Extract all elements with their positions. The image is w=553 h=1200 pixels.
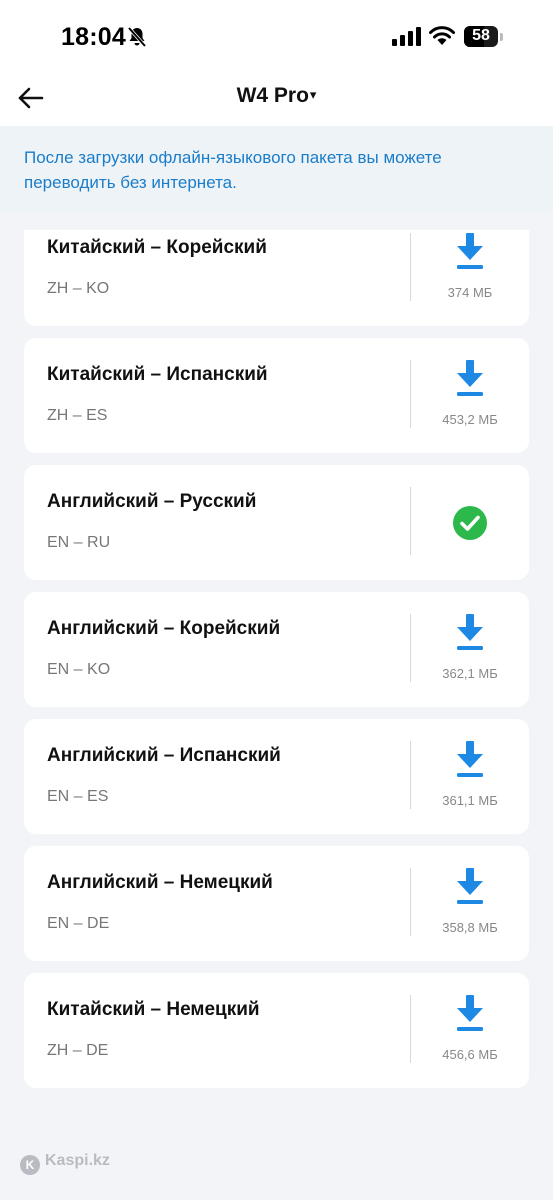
language-pack-card[interactable]: Английский – Корейский EN – KO 362,1 МБ bbox=[24, 592, 529, 707]
kaspi-logo-icon: K bbox=[20, 1155, 40, 1175]
download-button[interactable]: 362,1 МБ bbox=[411, 592, 529, 707]
watermark: K Kaspi.kz bbox=[20, 1152, 110, 1175]
pack-size: 374 МБ bbox=[447, 285, 493, 300]
caret-down-icon: ▾ bbox=[309, 87, 317, 102]
pack-size: 362,1 МБ bbox=[442, 666, 498, 681]
language-pair-code: EN – ES bbox=[47, 788, 109, 805]
language-pack-card[interactable]: Китайский – Корейский ZH – KO 374 МБ bbox=[24, 230, 529, 326]
download-button[interactable]: 374 МБ bbox=[411, 230, 529, 326]
language-pair-code: ZH – KO bbox=[47, 280, 110, 297]
info-banner: После загрузки офлайн-языкового пакета в… bbox=[0, 126, 553, 212]
language-pack-list[interactable]: Китайский – Корейский ZH – KO 374 МБ Китайс… bbox=[0, 230, 553, 1130]
download-icon bbox=[457, 995, 483, 1031]
language-pair-name: Английский – Корейский bbox=[47, 618, 281, 639]
download-button[interactable]: 453,2 МБ bbox=[411, 338, 529, 453]
download-icon bbox=[457, 868, 483, 904]
language-pair-name: Английский – Испанский bbox=[47, 745, 281, 766]
battery-percent: 58 bbox=[472, 27, 490, 44]
pack-size: 456,6 МБ bbox=[442, 1047, 498, 1062]
language-pack-card[interactable]: Английский – Испанский EN – ES 361,1 МБ bbox=[24, 719, 529, 834]
download-icon bbox=[457, 614, 483, 650]
language-pack-card[interactable]: Китайский – Немецкий ZH – DE 456,6 МБ bbox=[24, 973, 529, 1088]
language-pair-name: Китайский – Немецкий bbox=[47, 999, 260, 1020]
device-selector[interactable]: W4 Pro▾ bbox=[0, 84, 553, 108]
language-pack-card[interactable]: Английский – Немецкий EN – DE 358,8 МБ bbox=[24, 846, 529, 961]
language-pair-name: Китайский – Корейский bbox=[47, 237, 267, 258]
pack-size: 361,1 МБ bbox=[442, 793, 498, 808]
download-button[interactable]: 358,8 МБ bbox=[411, 846, 529, 961]
language-pair-code: ZH – DE bbox=[47, 1042, 109, 1059]
language-pair-code: EN – DE bbox=[47, 915, 110, 932]
battery-cap bbox=[500, 33, 503, 41]
language-pack-card[interactable]: Английский – Русский EN – RU bbox=[24, 465, 529, 580]
pack-size: 453,2 МБ bbox=[442, 412, 498, 427]
info-text: После загрузки офлайн-языкового пакета в… bbox=[24, 148, 442, 192]
nav-bar: W4 Pro▾ bbox=[0, 74, 553, 126]
status-bar: 18:04 58 bbox=[0, 0, 553, 74]
bell-muted-icon bbox=[127, 26, 147, 48]
language-pair-code: EN – KO bbox=[47, 661, 111, 678]
wifi-icon bbox=[429, 26, 455, 45]
language-pack-card[interactable]: Китайский – Испанский ZH – ES 453,2 МБ bbox=[24, 338, 529, 453]
language-pair-code: EN – RU bbox=[47, 534, 111, 551]
language-pair-name: Английский – Русский bbox=[47, 491, 257, 512]
download-icon bbox=[457, 233, 483, 269]
check-circle-icon bbox=[453, 506, 487, 540]
download-button[interactable]: 456,6 МБ bbox=[411, 973, 529, 1088]
cellular-signal-icon bbox=[392, 27, 421, 46]
battery-icon: 58 bbox=[464, 26, 498, 47]
language-pair-name: Китайский – Испанский bbox=[47, 364, 268, 385]
downloaded-status bbox=[411, 465, 529, 580]
status-time: 18:04 bbox=[61, 23, 126, 51]
page-title: W4 Pro bbox=[236, 84, 309, 107]
download-icon bbox=[457, 360, 483, 396]
pack-size: 358,8 МБ bbox=[442, 920, 498, 935]
download-button[interactable]: 361,1 МБ bbox=[411, 719, 529, 834]
download-icon bbox=[457, 741, 483, 777]
language-pair-name: Английский – Немецкий bbox=[47, 872, 273, 893]
language-pair-code: ZH – ES bbox=[47, 407, 108, 424]
watermark-text: Kaspi.kz bbox=[45, 1152, 110, 1169]
